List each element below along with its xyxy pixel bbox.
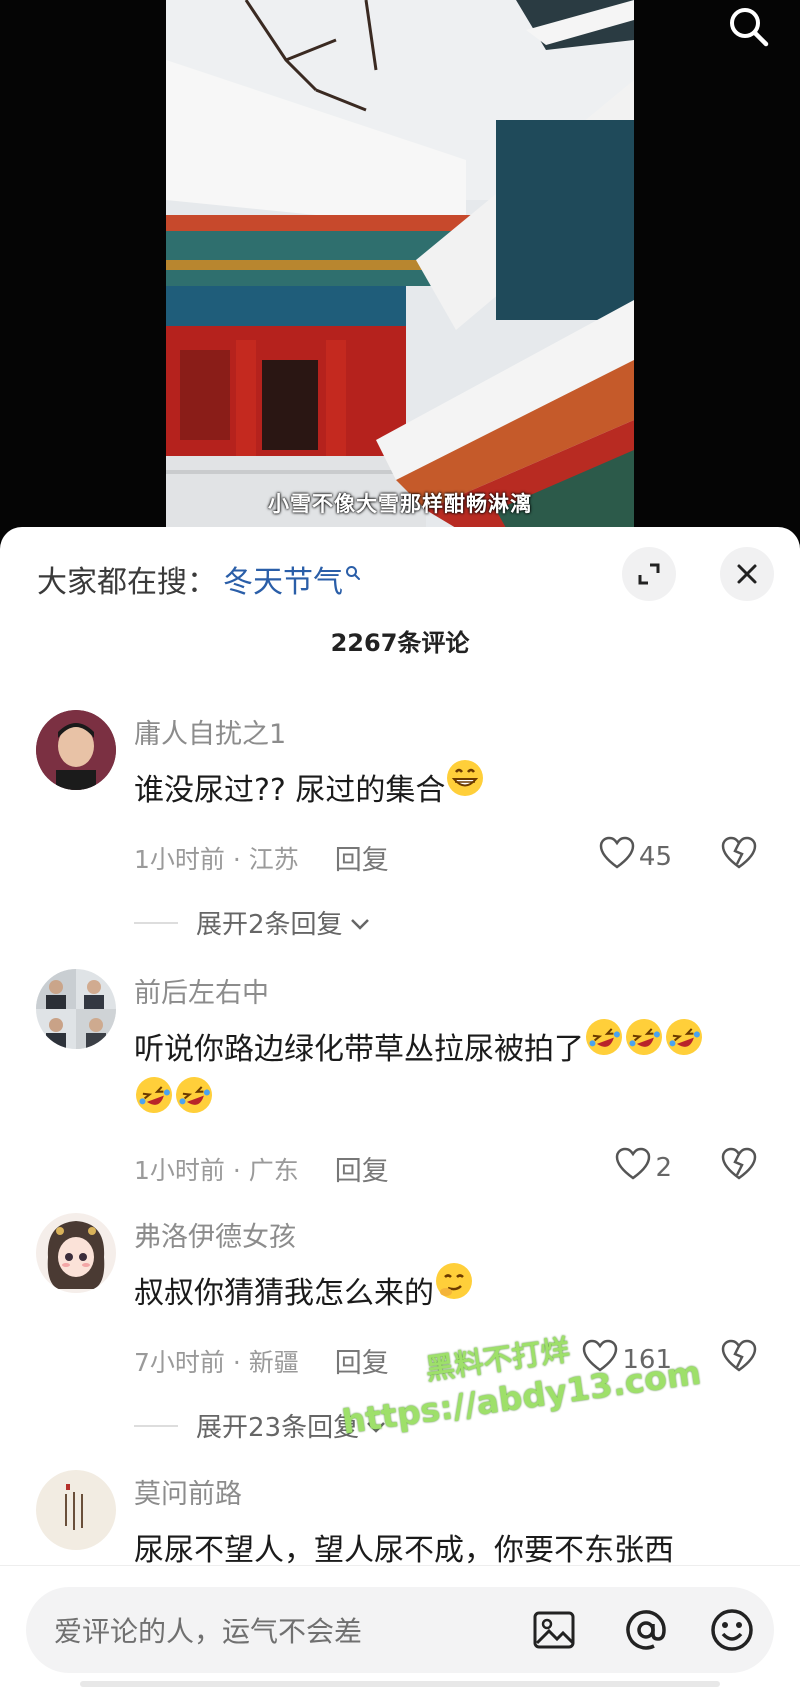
rofl-emoji-icon xyxy=(174,1075,214,1135)
like-count: 45 xyxy=(638,841,672,872)
comment-sheet: 大家都在搜： 冬天节气 2267条评论 庸人自扰之1 谁没尿过?? 尿过的集合 … xyxy=(0,527,800,1689)
comment-meta: 7小时前 · 新疆 回复 xyxy=(134,1341,389,1380)
comment-time-location: 7小时前 · 新疆 xyxy=(134,1347,299,1377)
search-icon[interactable] xyxy=(718,0,778,52)
like-count: 161 xyxy=(622,1344,672,1375)
avatar[interactable] xyxy=(36,969,116,1049)
screen: 小雪不像大雪那样酣畅淋漓 大家都在搜： 冬天节气 2267条评论 庸人自扰之1 … xyxy=(0,0,800,1689)
comment-text-content: 尿尿不望人，望人尿不成，你要不东张西 xyxy=(134,1533,674,1568)
comment-text: 谁没尿过?? 尿过的集合 xyxy=(134,759,774,820)
like-count: 2 xyxy=(655,1152,672,1183)
comment-meta: 1小时前 · 江苏 回复 xyxy=(134,838,389,877)
video-player[interactable]: 小雪不像大雪那样酣畅淋漓 xyxy=(0,0,800,540)
comment-author[interactable]: 莫问前路 xyxy=(134,1472,242,1511)
chevron-down-icon xyxy=(365,1411,387,1441)
avatar[interactable] xyxy=(36,710,116,790)
rofl-emoji-icon xyxy=(584,1017,624,1077)
smirk-emoji-icon xyxy=(434,1261,474,1321)
home-indicator xyxy=(80,1681,720,1687)
comment-author[interactable]: 前后左右中 xyxy=(134,971,269,1010)
trending-search[interactable]: 大家都在搜： 冬天节气 xyxy=(37,557,361,601)
expand-replies-button[interactable]: 展开23条回复 xyxy=(134,1407,387,1444)
rofl-emoji-icon xyxy=(664,1017,704,1077)
reply-button[interactable]: 回复 xyxy=(335,1341,389,1380)
comment-text-content: 叔叔你猜猜我怎么来的 xyxy=(134,1276,434,1311)
expand-icon[interactable] xyxy=(622,547,676,601)
divider-line xyxy=(134,921,178,924)
broken-heart-icon[interactable] xyxy=(720,836,758,874)
comment-count: 2267条评论 xyxy=(330,629,470,657)
reply-button[interactable]: 回复 xyxy=(335,838,389,877)
grinning-emoji-icon xyxy=(445,758,485,818)
like-button[interactable]: 45 xyxy=(599,836,672,877)
snowy-palace-image xyxy=(166,0,634,528)
image-icon[interactable] xyxy=(528,1604,580,1656)
comment-text: 听说你路边绿化带草丛拉尿被拍了 xyxy=(134,1018,774,1137)
trending-keyword[interactable]: 冬天节气 xyxy=(223,557,343,601)
comment-text: 叔叔你猜猜我怎么来的 xyxy=(134,1262,774,1323)
broken-heart-icon[interactable] xyxy=(720,1147,758,1185)
trending-prefix: 大家都在搜： xyxy=(37,565,217,600)
reply-button[interactable]: 回复 xyxy=(335,1149,389,1188)
expand-replies-label: 展开23条回复 xyxy=(196,1413,360,1443)
expand-replies-button[interactable]: 展开2条回复 xyxy=(134,904,371,941)
close-icon[interactable] xyxy=(720,547,774,601)
broken-heart-icon[interactable] xyxy=(720,1339,758,1377)
comment-time-location: 1小时前 · 江苏 xyxy=(134,844,299,874)
heart-icon xyxy=(582,1339,618,1380)
expand-replies-label: 展开2条回复 xyxy=(196,910,343,940)
comment-input[interactable] xyxy=(52,1587,496,1675)
rofl-emoji-icon xyxy=(134,1075,174,1135)
chevron-down-icon xyxy=(349,908,371,938)
rofl-emoji-icon xyxy=(624,1017,664,1077)
avatar[interactable] xyxy=(36,1470,116,1550)
search-small-icon xyxy=(345,554,361,589)
divider xyxy=(0,1565,800,1566)
heart-icon xyxy=(599,836,635,877)
comment-text-content: 听说你路边绿化带草丛拉尿被拍了 xyxy=(134,1032,584,1067)
video-subtitle: 小雪不像大雪那样酣畅淋漓 xyxy=(268,492,532,516)
emoji-icon[interactable] xyxy=(706,1604,758,1656)
comment-time-location: 1小时前 · 广东 xyxy=(134,1155,299,1185)
like-button[interactable]: 161 xyxy=(582,1339,672,1380)
divider-line xyxy=(134,1424,178,1427)
comment-text-content: 谁没尿过?? 尿过的集合 xyxy=(134,773,446,808)
comment-input-bar xyxy=(0,1565,800,1689)
comment-author[interactable]: 庸人自扰之1 xyxy=(134,712,286,751)
heart-icon xyxy=(615,1147,651,1188)
comment-input-container[interactable] xyxy=(26,1587,774,1675)
comment-meta: 1小时前 · 广东 回复 xyxy=(134,1149,389,1188)
comment-author[interactable]: 弗洛伊德女孩 xyxy=(134,1215,296,1254)
video-frame: 小雪不像大雪那样酣畅淋漓 xyxy=(166,0,634,528)
avatar[interactable] xyxy=(36,1213,116,1293)
mention-icon[interactable] xyxy=(620,1604,672,1656)
like-button[interactable]: 2 xyxy=(615,1147,672,1188)
